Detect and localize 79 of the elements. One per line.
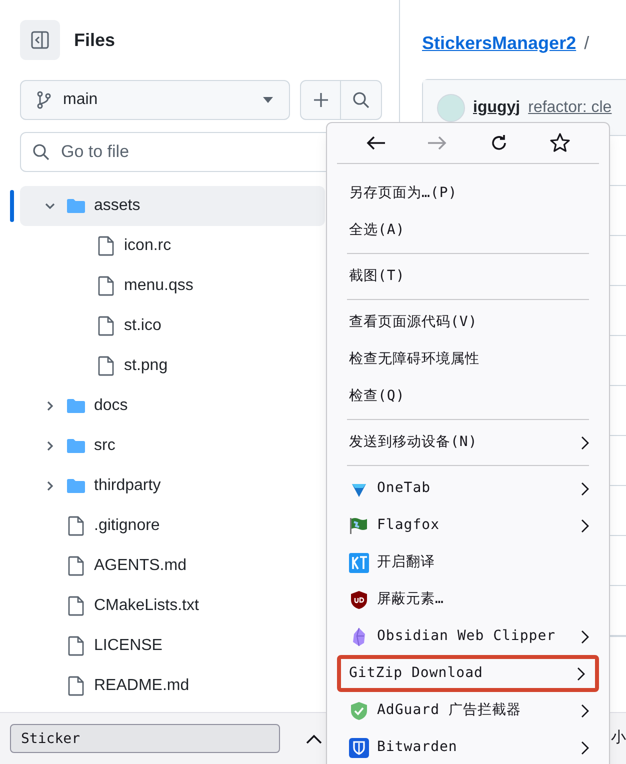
tree-item[interactable]: thirdparty xyxy=(20,466,325,506)
tree-item[interactable]: LICENSE xyxy=(20,626,325,666)
branch-selector[interactable]: main xyxy=(20,80,290,120)
shield-check-icon xyxy=(350,700,368,720)
file-name: icon.rc xyxy=(124,236,172,256)
menu-item[interactable]: GitZip Download xyxy=(337,655,599,692)
file-name: st.ico xyxy=(124,316,162,336)
folder-icon xyxy=(66,398,86,414)
chevron-up-icon[interactable] xyxy=(306,734,322,744)
file-name: src xyxy=(94,436,116,456)
path-separator: / xyxy=(584,32,590,55)
sidebar-panel-icon xyxy=(31,31,49,49)
repo-link[interactable]: StickersManager2 xyxy=(422,30,576,57)
sidebar-title: Files xyxy=(74,28,116,52)
menu-item[interactable]: 开启翻译 xyxy=(337,544,599,581)
shield-icon xyxy=(349,738,369,758)
file-name: LICENSE xyxy=(94,636,162,656)
file-name: thirdparty xyxy=(94,476,161,496)
flag-icon xyxy=(349,516,369,534)
file-name: README.md xyxy=(94,676,190,696)
menu-item[interactable]: 截图(T) xyxy=(337,258,599,295)
menu-item[interactable]: 检查(Q) xyxy=(337,378,599,415)
menu-item[interactable]: 另存页面为…(P) xyxy=(337,175,599,212)
tree-item[interactable]: st.ico xyxy=(20,306,325,346)
tree-item[interactable]: menu.qss xyxy=(20,266,325,306)
find-bar-text: 小 xyxy=(611,728,626,748)
menu-item[interactable]: 全选(A) xyxy=(337,212,599,249)
crystal-icon xyxy=(351,626,367,646)
shield-icon xyxy=(350,590,368,610)
branch-icon xyxy=(37,91,51,109)
file-icon xyxy=(98,356,114,376)
menu-item[interactable]: Flagfox xyxy=(337,507,599,544)
file-icon xyxy=(68,596,84,616)
file-icon xyxy=(68,636,84,656)
plus-icon xyxy=(312,92,328,108)
selection-indicator xyxy=(10,190,14,222)
search-icon xyxy=(32,143,50,161)
tree-item[interactable]: CMakeLists.txt xyxy=(20,586,325,626)
menu-item[interactable]: AdGuard 广告拦截器 xyxy=(337,692,599,729)
menu-item[interactable]: 发送到移动设备(N) xyxy=(337,424,599,461)
commit-message[interactable]: refactor: cle xyxy=(528,96,612,120)
translate-icon xyxy=(349,552,369,572)
find-field[interactable]: Sticker xyxy=(10,724,280,753)
menu-item[interactable]: 检查无障碍环境属性 xyxy=(337,341,599,378)
file-name: .gitignore xyxy=(94,516,160,536)
tree-item[interactable]: src xyxy=(20,426,325,466)
menu-item[interactable]: 查看页面源代码(V) xyxy=(337,304,599,341)
file-name: st.png xyxy=(124,356,168,376)
file-icon xyxy=(68,516,84,536)
file-name: menu.qss xyxy=(124,276,194,296)
commit-author[interactable]: igugyj xyxy=(473,96,520,120)
tree-item[interactable]: README.md xyxy=(20,666,325,706)
file-icon xyxy=(68,676,84,696)
tree-item[interactable]: AGENTS.md xyxy=(20,546,325,586)
file-icon xyxy=(98,316,114,336)
tree-item[interactable]: docs xyxy=(20,386,325,426)
folder-icon xyxy=(66,198,86,214)
file-name: assets xyxy=(94,196,140,216)
file-name: docs xyxy=(94,396,128,416)
folder-icon xyxy=(66,438,86,454)
menu-item[interactable]: 屏蔽元素… xyxy=(337,581,599,618)
star-icon[interactable] xyxy=(549,132,572,154)
file-icon xyxy=(98,276,114,296)
file-icon xyxy=(98,236,114,256)
tree-item[interactable]: st.png xyxy=(20,346,325,386)
file-icon xyxy=(68,556,84,576)
tree-item[interactable]: .gitignore xyxy=(20,506,325,546)
file-name: AGENTS.md xyxy=(94,556,186,576)
avatar xyxy=(437,94,465,122)
menu-item[interactable]: Obsidian Web Clipper xyxy=(337,618,599,655)
dropdown-caret-icon xyxy=(263,97,273,103)
menu-item[interactable]: OneTab xyxy=(337,470,599,507)
sidebar-toggle-button[interactable] xyxy=(20,20,60,60)
file-name: CMakeLists.txt xyxy=(94,596,199,616)
folder-icon xyxy=(66,478,86,494)
back-arrow-icon[interactable] xyxy=(366,135,386,151)
menu-item[interactable]: Bitwarden xyxy=(337,729,599,764)
tree-item[interactable]: icon.rc xyxy=(20,226,325,266)
search-icon xyxy=(352,91,370,109)
